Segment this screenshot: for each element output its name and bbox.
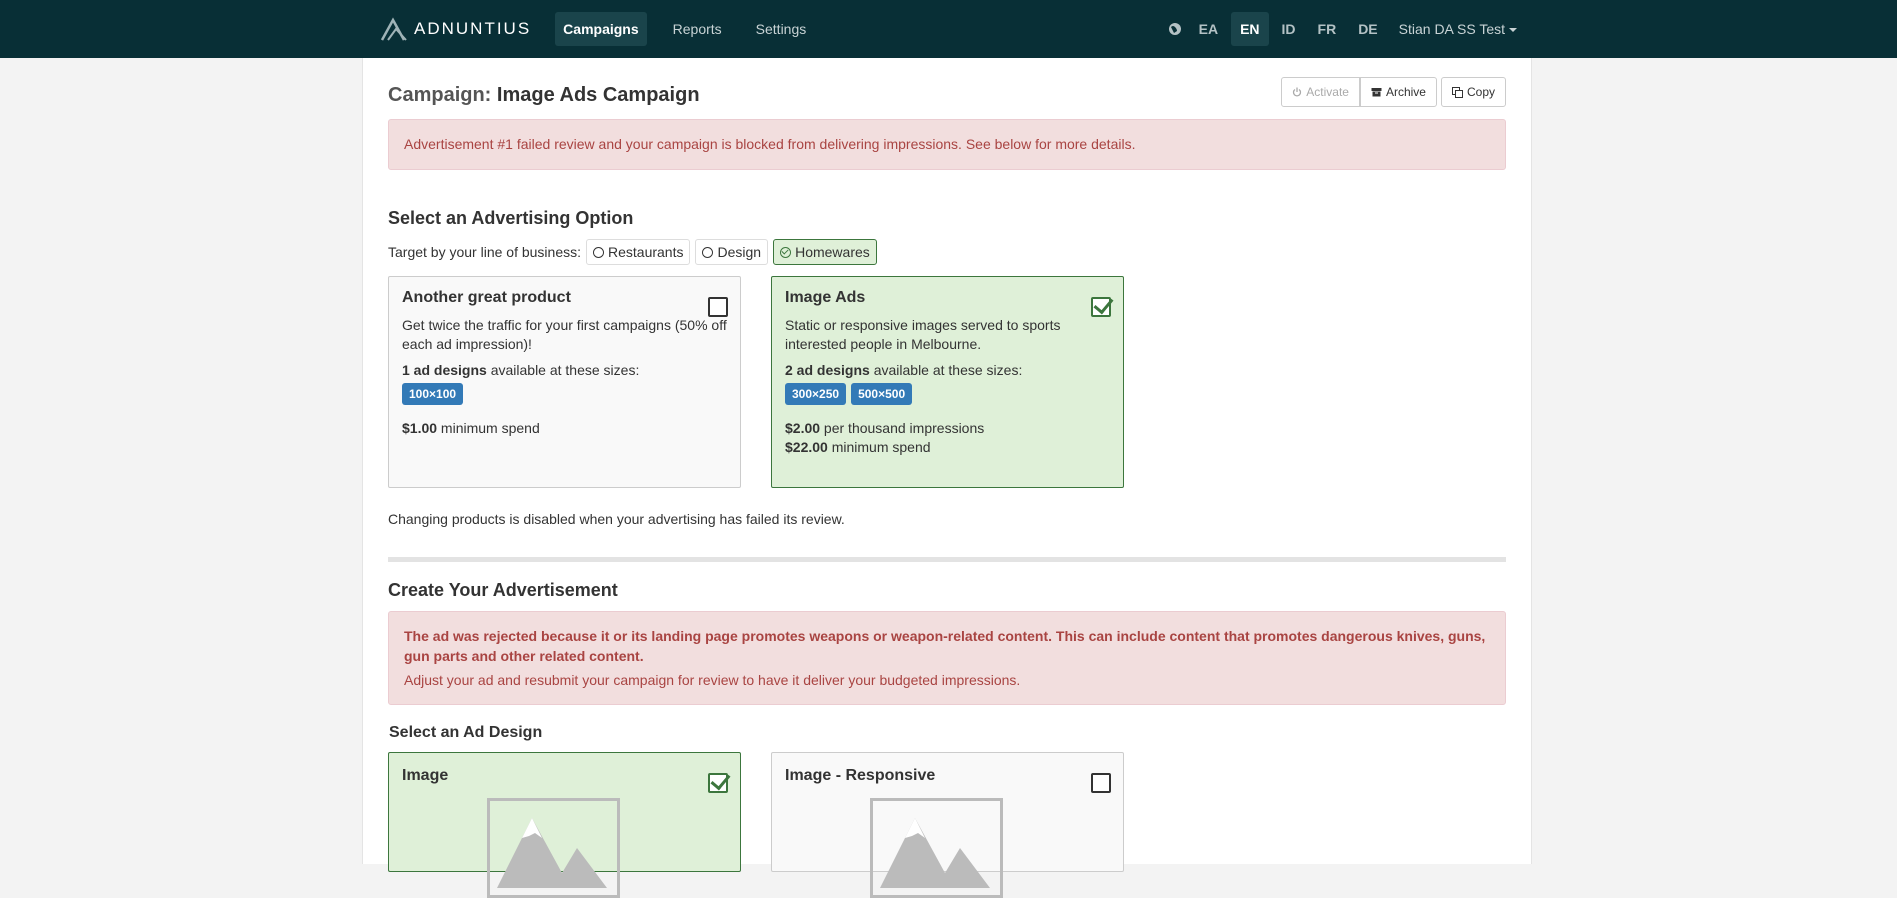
radio-circle-icon <box>593 246 604 258</box>
design-card-image[interactable]: Image <box>388 752 741 898</box>
business-option-label: Restaurants <box>608 244 684 260</box>
adnuntius-logo-icon <box>380 17 407 41</box>
product-checkbox-checked[interactable] <box>1091 297 1111 317</box>
lang-en[interactable]: EN <box>1231 12 1269 46</box>
designs-count: 2 ad designs <box>785 362 870 378</box>
cpm-amount: $2.00 <box>785 420 821 436</box>
product-designs-line: 2 ad designs available at these sizes: <box>785 361 1110 380</box>
check-circle-icon <box>780 246 792 258</box>
rejection-reason: The ad was rejected because it or its la… <box>404 628 1486 664</box>
designs-suffix: available at these sizes: <box>486 362 640 378</box>
lang-de[interactable]: DE <box>1349 12 1386 46</box>
brand-logo[interactable]: ADNUNTIUS <box>380 17 531 41</box>
section-divider <box>388 557 1506 562</box>
product-checkbox[interactable] <box>708 297 728 317</box>
product-card-another-great-product[interactable]: Another great product Get twice the traf… <box>388 276 741 488</box>
page-title-prefix: Campaign: <box>388 84 492 106</box>
size-badges: 100×100 <box>402 383 727 405</box>
product-title: Image Ads <box>785 289 866 306</box>
radio-circle-icon <box>702 246 714 258</box>
design-title: Image <box>402 767 449 784</box>
campaign-name: Image Ads Campaign <box>496 84 700 106</box>
campaign-actions: Activate Archive Copy <box>1281 77 1506 107</box>
designs-count: 1 ad designs <box>402 362 487 378</box>
user-name: Stian DA SS Test <box>1398 21 1505 37</box>
create-ad-heading: Create Your Advertisement <box>388 580 618 600</box>
copy-icon <box>1451 86 1463 98</box>
business-option-design[interactable]: Design <box>695 239 769 265</box>
caret-down-icon <box>1509 28 1517 33</box>
min-spend-line: $1.00 minimum spend <box>402 419 727 438</box>
spend-amount: $22.00 <box>785 439 828 455</box>
main-container: Campaign: Image Ads Campaign Activate Ar… <box>362 58 1532 898</box>
cpm-line: $2.00 per thousand impressions <box>785 419 1110 438</box>
design-title: Image - Responsive <box>785 767 936 784</box>
product-description: Get twice the traffic for your first cam… <box>402 317 727 352</box>
nav-settings[interactable]: Settings <box>748 12 815 46</box>
business-target-row: Target by your line of business: Restaur… <box>388 239 877 265</box>
activate-button[interactable]: Activate <box>1281 77 1360 107</box>
lang-id[interactable]: ID <box>1273 12 1305 46</box>
ad-design-heading: Select an Ad Design <box>389 724 543 741</box>
design-checkbox[interactable] <box>1091 773 1111 793</box>
lang-ea[interactable]: EA <box>1190 12 1227 46</box>
products-disabled-note: Changing products is disabled when your … <box>388 511 845 527</box>
ad-rejected-alert: The ad was rejected because it or its la… <box>388 611 1506 705</box>
business-option-label: Design <box>717 244 762 260</box>
archive-icon <box>1371 88 1382 97</box>
image-placeholder-icon <box>870 798 1003 898</box>
spend-label: minimum spend <box>827 439 931 455</box>
nav-campaigns[interactable]: Campaigns <box>555 12 647 46</box>
review-failed-text: Advertisement #1 failed review and your … <box>404 136 1136 152</box>
business-option-label: Homewares <box>795 244 870 260</box>
product-card-image-ads[interactable]: Image Ads Static or responsive images se… <box>771 276 1124 488</box>
copy-button[interactable]: Copy <box>1440 77 1506 107</box>
target-label: Target by your line of business: <box>388 244 581 260</box>
design-checkbox-checked[interactable] <box>708 773 728 793</box>
product-designs-line: 1 ad designs available at these sizes: <box>402 361 727 380</box>
spend-amount: $1.00 <box>402 420 438 436</box>
advertising-option-heading: Select an Advertising Option <box>388 208 634 228</box>
globe-icon <box>1168 23 1181 35</box>
business-option-restaurants[interactable]: Restaurants <box>586 239 691 265</box>
product-description: Static or responsive images served to sp… <box>785 317 1061 352</box>
lang-fr[interactable]: FR <box>1309 12 1346 46</box>
nav-reports[interactable]: Reports <box>665 12 730 46</box>
top-navbar: ADNUNTIUS Campaigns Reports Settings EA … <box>0 0 1897 58</box>
archive-button[interactable]: Archive <box>1359 77 1437 107</box>
product-title: Another great product <box>402 289 571 306</box>
min-spend-line: $22.00 minimum spend <box>785 438 1110 457</box>
designs-suffix: available at these sizes: <box>869 362 1023 378</box>
activate-label: Activate <box>1306 85 1349 99</box>
rejection-instructions: Adjust your ad and resubmit your campaig… <box>404 672 1021 688</box>
size-badge: 100×100 <box>402 383 464 405</box>
user-menu[interactable]: Stian DA SS Test <box>1399 21 1517 37</box>
title-row: Campaign: Image Ads Campaign Activate Ar… <box>388 77 1506 114</box>
business-option-homewares[interactable]: Homewares <box>773 239 877 265</box>
archive-label: Archive <box>1385 85 1426 99</box>
review-failed-alert: Advertisement #1 failed review and your … <box>388 119 1506 170</box>
design-card-image-responsive[interactable]: Image - Responsive <box>771 752 1124 898</box>
image-placeholder-icon <box>487 798 620 898</box>
size-badges: 300×250 500×500 <box>785 383 1110 405</box>
cpm-label: per thousand impressions <box>820 420 985 436</box>
copy-label: Copy <box>1466 85 1495 99</box>
size-badge: 500×500 <box>851 383 913 405</box>
spend-label: minimum spend <box>437 420 540 436</box>
size-badge: 300×250 <box>785 383 847 405</box>
brand-name: ADNUNTIUS <box>414 19 532 38</box>
power-icon <box>1293 87 1302 97</box>
